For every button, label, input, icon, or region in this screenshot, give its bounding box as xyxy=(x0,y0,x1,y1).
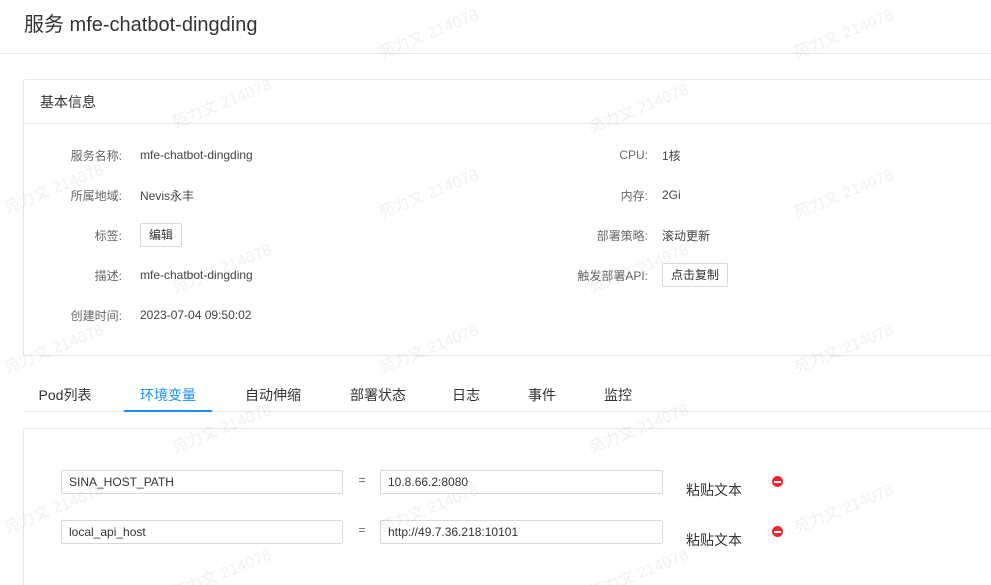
info-row-service-name: 服务名称: mfe-chatbot-dingding xyxy=(24,143,253,167)
page-header: 服务 mfe-chatbot-dingding xyxy=(0,0,991,54)
info-row-cpu: CPU: 1核 xyxy=(518,143,681,167)
env-value-input[interactable] xyxy=(380,520,663,544)
paste-text-button[interactable]: 粘贴文本 xyxy=(686,480,742,500)
env-vars-panel: = 粘贴文本 = 粘贴文本 xyxy=(23,428,991,585)
info-row-region: 所属地域: Nevis永丰 xyxy=(24,183,194,207)
deploy-strategy-label: 部署策略: xyxy=(596,228,648,243)
page-title: 服务 mfe-chatbot-dingding xyxy=(24,14,258,36)
tab-logs[interactable]: 日志 xyxy=(440,376,492,412)
service-name-value: mfe-chatbot-dingding xyxy=(140,148,253,162)
memory-value: 2Gi xyxy=(662,188,681,202)
deploy-api-value: 点击复制 xyxy=(662,263,729,287)
tab-env-vars[interactable]: 环境变量 xyxy=(124,376,212,412)
region-label: 所属地域: xyxy=(70,188,122,203)
copy-deploy-api-button[interactable]: 点击复制 xyxy=(662,263,729,287)
created-time-label: 创建时间: xyxy=(70,308,122,323)
cpu-label: CPU: xyxy=(619,148,648,162)
env-value-input[interactable] xyxy=(380,470,663,494)
deploy-api-label: 触发部署API: xyxy=(577,268,648,283)
env-key-input[interactable] xyxy=(61,470,343,494)
detail-tabs: Pod列表 环境变量 自动伸缩 部署状态 日志 事件 监控 xyxy=(23,376,991,412)
env-var-row: = 粘贴文本 xyxy=(24,470,991,510)
tab-events[interactable]: 事件 xyxy=(516,376,568,412)
paste-text-button[interactable]: 粘贴文本 xyxy=(686,530,742,550)
tags-value: 编辑 xyxy=(140,223,183,247)
tab-autoscaling[interactable]: 自动伸缩 xyxy=(229,376,317,412)
minus-circle-icon[interactable] xyxy=(772,526,783,537)
equals-sign: = xyxy=(358,473,366,487)
deploy-strategy-value: 滚动更新 xyxy=(662,228,711,243)
tab-deploy-status[interactable]: 部署状态 xyxy=(334,376,422,412)
env-key-input[interactable] xyxy=(61,520,343,544)
info-row-tags: 标签: 编辑 xyxy=(24,223,183,247)
basic-info-card-title: 基本信息 xyxy=(24,80,991,124)
memory-label: 内存: xyxy=(620,188,648,203)
edit-tags-button[interactable]: 编辑 xyxy=(140,223,183,247)
equals-sign: = xyxy=(358,523,366,537)
created-time-value: 2023-07-04 09:50:02 xyxy=(140,308,252,322)
region-value: Nevis永丰 xyxy=(140,188,195,203)
service-name-label: 服务名称: xyxy=(70,148,122,163)
tab-monitoring[interactable]: 监控 xyxy=(592,376,644,412)
tab-pod-list[interactable]: Pod列表 xyxy=(23,376,107,412)
env-var-row: = 粘贴文本 xyxy=(24,520,991,560)
description-value: mfe-chatbot-dingding xyxy=(140,268,253,282)
info-row-description: 描述: mfe-chatbot-dingding xyxy=(24,263,253,287)
basic-info-card: 基本信息 服务名称: mfe-chatbot-dingding 所属地域: Ne… xyxy=(23,79,991,356)
info-row-deploy-strategy: 部署策略: 滚动更新 xyxy=(518,223,710,247)
minus-circle-icon[interactable] xyxy=(772,476,783,487)
tags-label: 标签: xyxy=(94,228,122,243)
description-label: 描述: xyxy=(94,268,122,283)
info-row-deploy-api: 触发部署API: 点击复制 xyxy=(518,263,729,287)
info-row-created-time: 创建时间: 2023-07-04 09:50:02 xyxy=(24,303,252,327)
info-row-memory: 内存: 2Gi xyxy=(518,183,681,207)
cpu-value: 1核 xyxy=(662,148,681,163)
